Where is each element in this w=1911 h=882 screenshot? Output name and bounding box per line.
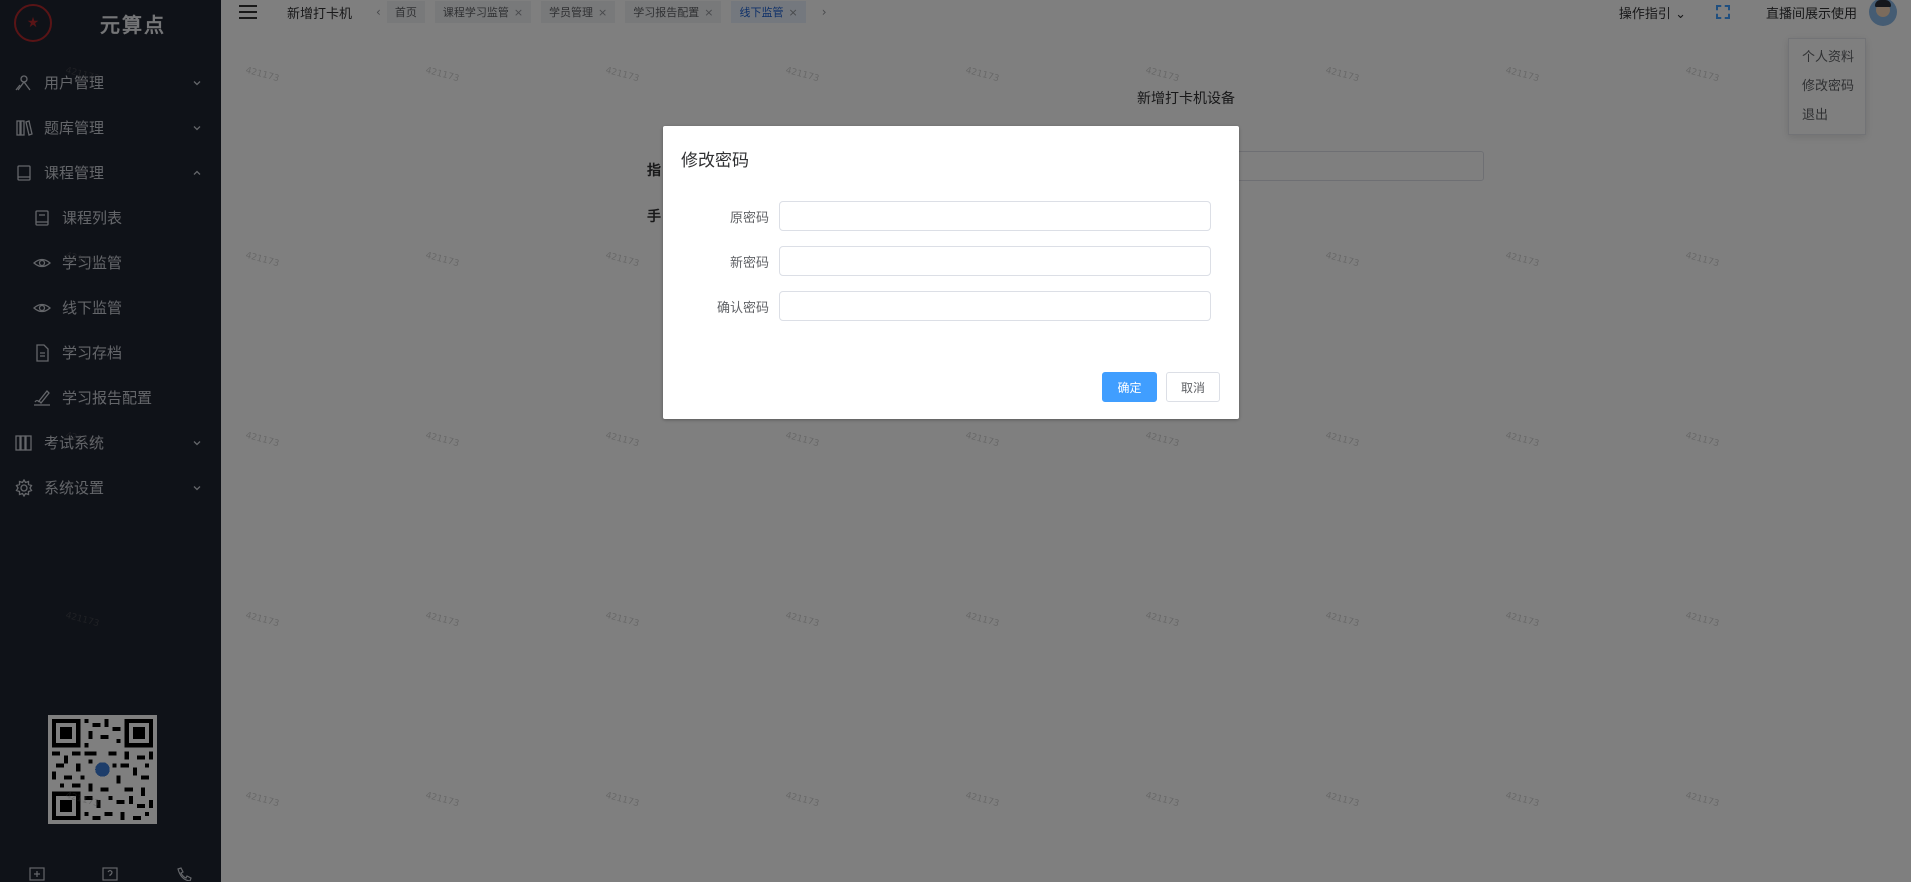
new-password-input[interactable] — [779, 246, 1211, 276]
old-password-input[interactable] — [779, 201, 1211, 231]
confirm-button[interactable]: 确定 — [1102, 372, 1157, 402]
change-password-dialog: 修改密码 原密码 新密码 确认密码 确定 取消 — [663, 126, 1239, 419]
form-row-new-password: 新密码 — [663, 246, 1239, 276]
cancel-button[interactable]: 取消 — [1166, 372, 1220, 402]
confirm-password-label: 确认密码 — [716, 300, 769, 316]
dialog-title: 修改密码 — [681, 151, 749, 171]
form-row-confirm-password: 确认密码 — [663, 291, 1239, 321]
form-row-old-password: 原密码 — [663, 201, 1239, 231]
new-password-label: 新密码 — [729, 255, 769, 271]
confirm-password-input[interactable] — [779, 291, 1211, 321]
old-password-label: 原密码 — [729, 210, 769, 226]
